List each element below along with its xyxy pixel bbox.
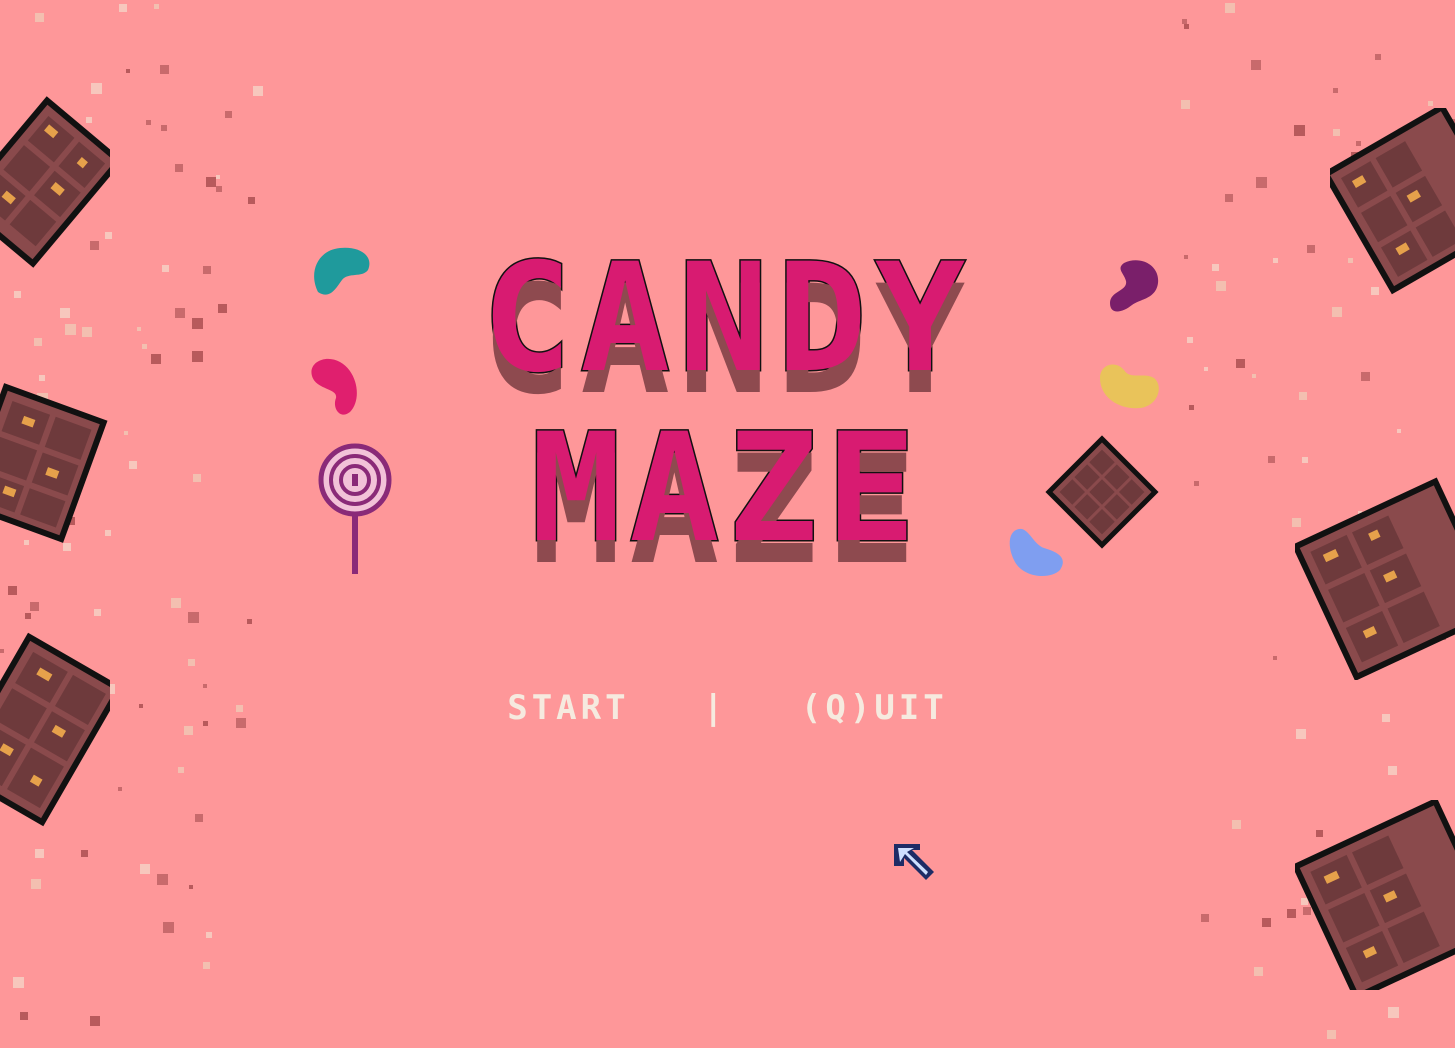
- sprinkle: [1294, 125, 1305, 136]
- chocolate-bar-icon: [0, 632, 110, 827]
- sprinkle: [81, 850, 88, 857]
- sprinkle: [118, 787, 122, 791]
- sprinkle: [216, 186, 222, 192]
- sprinkle: [216, 175, 220, 179]
- sprinkle: [30, 602, 39, 611]
- sprinkle: [1388, 1007, 1399, 1018]
- sprinkle: [1232, 820, 1241, 829]
- sprinkle: [1375, 54, 1381, 60]
- sprinkle: [188, 659, 195, 666]
- sprinkle: [1181, 100, 1190, 109]
- sprinkle: [248, 197, 255, 204]
- sprinkle: [206, 177, 216, 187]
- sprinkle: [178, 767, 184, 773]
- sprinkle: [119, 4, 127, 12]
- sprinkle: [140, 864, 150, 874]
- sprinkle: [175, 164, 183, 172]
- sprinkle: [154, 4, 159, 9]
- sprinkle: [1256, 177, 1267, 188]
- sprinkle: [13, 977, 24, 988]
- chocolate-bar-icon: [1295, 800, 1455, 990]
- sprinkle: [253, 86, 263, 96]
- sprinkle: [161, 125, 167, 131]
- sprinkle: [90, 1016, 100, 1026]
- title-screen: CANDY MAZE START | (Q)UIT: [0, 0, 1455, 1048]
- sprinkle: [20, 1012, 28, 1020]
- sprinkle: [157, 874, 168, 885]
- start-button[interactable]: START: [507, 688, 629, 728]
- sprinkle: [1327, 1030, 1336, 1039]
- sprinkle: [160, 65, 169, 74]
- jellybean-icon: [1110, 260, 1159, 312]
- sprinkle: [1428, 101, 1433, 106]
- sprinkle: [171, 598, 181, 608]
- sprinkle: [189, 885, 193, 889]
- sprinkle: [225, 111, 232, 118]
- quit-button[interactable]: (Q)UIT: [801, 688, 948, 728]
- sprinkle: [1201, 914, 1209, 922]
- lollipop-icon: [318, 443, 392, 574]
- jellybean-icon: [1100, 364, 1159, 409]
- sprinkle: [1273, 656, 1277, 660]
- title-maze: MAZE: [529, 401, 925, 578]
- sprinkle: [1296, 729, 1306, 739]
- sprinkle: [203, 962, 210, 969]
- sprinkle: [35, 849, 44, 858]
- sprinkle: [188, 612, 199, 623]
- sprinkle: [206, 932, 212, 938]
- main-menu: START | (Q)UIT: [0, 688, 1455, 728]
- sprinkle: [1388, 766, 1397, 775]
- sprinkle: [1184, 24, 1189, 29]
- pixel-arrow-cursor-icon: [894, 844, 934, 880]
- sprinkle: [35, 13, 44, 22]
- sprinkle: [247, 619, 252, 624]
- sprinkle: [8, 586, 17, 595]
- sprinkle: [1182, 19, 1187, 24]
- menu-separator: |: [703, 688, 728, 728]
- sprinkle: [25, 613, 31, 619]
- title-candy: CANDY: [480, 231, 974, 408]
- sprinkle: [195, 814, 203, 822]
- sprinkle: [94, 609, 101, 616]
- sprinkle: [1333, 88, 1338, 93]
- sprinkle: [1225, 194, 1233, 202]
- sprinkle: [163, 922, 174, 933]
- sprinkle: [126, 69, 130, 73]
- sprinkle: [146, 120, 151, 125]
- sprinkle: [1251, 60, 1261, 70]
- jellybean-icon: [314, 247, 370, 295]
- sprinkle: [1254, 967, 1263, 976]
- sprinkle: [1225, 3, 1235, 13]
- jellybean-icon: [311, 358, 357, 415]
- sprinkle: [1262, 918, 1271, 927]
- sprinkle: [31, 879, 41, 889]
- chocolate-bar-icon: [1045, 435, 1159, 549]
